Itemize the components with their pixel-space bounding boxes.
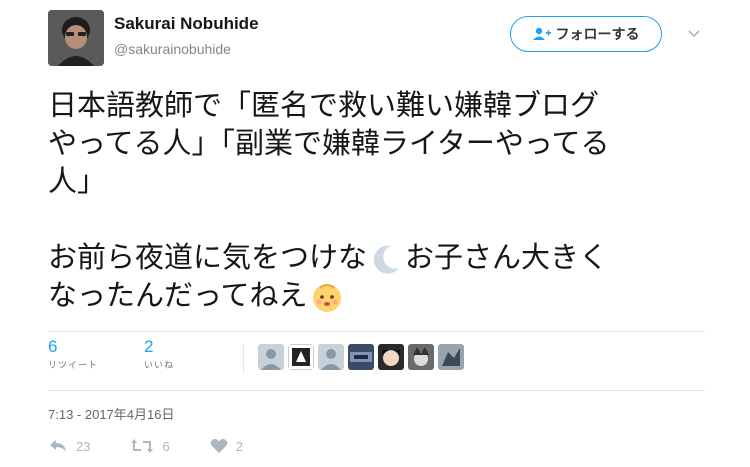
retweet-icon [131,439,154,453]
like-action-count: 2 [235,438,243,454]
like-stat[interactable]: 2 いいね [144,337,174,371]
baby-face-icon [312,284,341,312]
avatar-image [48,10,104,66]
liker-avatars [258,344,464,370]
tweet-header: Sakurai Nobuhide @sakurainobuhide フォローする [48,10,718,70]
tweet-timestamp[interactable]: 7:13 - 2017年4月16日 [48,404,174,423]
tweet-line-with-emoji: なったんだってねえ [48,276,718,314]
tweet-line: 人」 [48,164,107,198]
liker-avatar[interactable] [438,344,464,370]
liker-avatar[interactable] [288,344,314,370]
tweet-line: お子さん大きく [405,240,609,274]
reply-button[interactable]: 23 [48,438,90,454]
retweet-button[interactable]: 6 [130,438,170,454]
follow-button-label: フォローする [555,27,640,43]
tweet-actions: 23 6 2 [48,438,283,454]
like-label: いいね [144,361,175,371]
retweet-stat[interactable]: 6 リツイート [48,337,98,371]
crescent-moon-icon [373,245,400,274]
heart-icon [210,439,227,453]
retweet-label: リツイート [48,361,99,371]
retweet-count: 6 [48,337,58,356]
tweet-line: 日本語教師で「匿名で救い難い嫌韓ブログ [48,88,600,122]
liker-avatar[interactable] [378,344,404,370]
reply-icon [50,440,66,452]
liker-avatar[interactable] [318,344,344,370]
tweet-line: お前ら夜道に気をつけな [48,240,368,274]
avatar[interactable] [48,10,104,66]
divider [48,331,705,332]
retweet-action-count: 6 [162,438,170,454]
user-handle[interactable]: @sakurainobuhide [114,41,231,57]
tweet-line: なったんだってねえ [48,278,308,312]
add-user-icon [532,27,551,40]
tweet-line: やってる人」「副業で嫌韓ライターやってる [48,126,610,160]
tweet-line-with-emoji: お前ら夜道に気をつけな お子さん大きく [48,238,718,276]
follow-button[interactable]: フォローする [510,16,662,52]
liker-avatar[interactable] [348,344,374,370]
divider [48,390,705,391]
tweet-text: 日本語教師で「匿名で救い難い嫌韓ブログ やってる人」「副業で嫌韓ライターやってる… [48,86,718,314]
like-button[interactable]: 2 [210,438,243,454]
liker-avatar[interactable] [408,344,434,370]
divider [243,344,244,374]
chevron-down-icon[interactable] [686,28,702,40]
like-count: 2 [144,337,154,356]
user-display-name[interactable]: Sakurai Nobuhide [114,14,259,34]
reply-count: 23 [76,438,91,454]
liker-avatar[interactable] [258,344,284,370]
